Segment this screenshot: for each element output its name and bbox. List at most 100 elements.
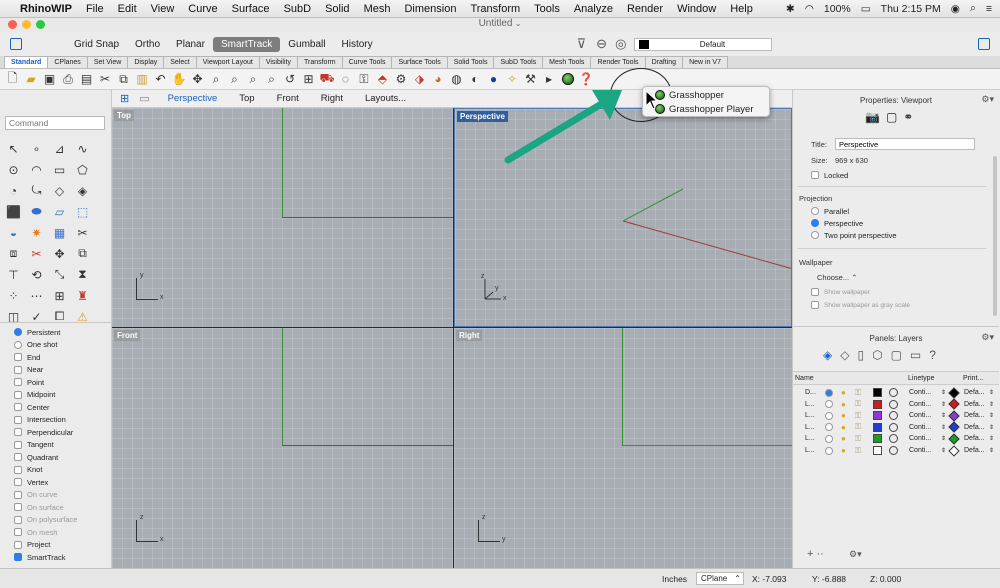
tab-right[interactable]: Right — [321, 93, 343, 104]
surface-corner-icon[interactable]: ◇ — [49, 180, 70, 201]
save-icon[interactable]: ▣ — [41, 71, 58, 88]
join-icon[interactable]: ⧈ — [3, 243, 24, 264]
projection-two-point[interactable]: Two point perspective — [797, 229, 897, 242]
planar-button[interactable]: Planar — [168, 37, 213, 52]
osnap-vertex[interactable]: Vertex — [0, 476, 111, 489]
layer-color-swatch[interactable] — [873, 434, 882, 444]
filter-icon[interactable]: ⊽ — [577, 36, 587, 52]
material-icon[interactable] — [889, 434, 898, 444]
layer-icon[interactable]: ⬘ — [374, 71, 391, 88]
layer-print[interactable]: Defa... — [964, 447, 985, 454]
hide-objects-icon[interactable]: ◌ — [337, 71, 354, 88]
osnap-tangent[interactable]: Tangent — [0, 439, 111, 452]
lightbulb-icon[interactable]: ● — [841, 411, 846, 420]
osnap-on-polysurface[interactable]: On polysurface — [0, 514, 111, 527]
tab-set-view[interactable]: Set View — [86, 56, 129, 68]
open-folder-icon[interactable]: ▰ — [23, 71, 40, 88]
tab-top[interactable]: Top — [239, 93, 254, 104]
ortho-button[interactable]: Ortho — [127, 37, 168, 52]
close-window-button[interactable] — [8, 20, 17, 29]
array-icon[interactable]: ⁘ — [3, 285, 24, 306]
lightbulb-icon[interactable]: ● — [841, 400, 846, 409]
tab-layouts[interactable]: Layouts... — [365, 93, 406, 104]
current-layer-radio-icon[interactable] — [825, 400, 833, 409]
polygon-icon[interactable]: ⬠ — [72, 159, 93, 180]
grid-array-icon[interactable]: ⊞ — [49, 285, 70, 306]
loft-icon[interactable]: ⬚ — [72, 201, 93, 222]
tab-mesh-tools[interactable]: Mesh Tools — [542, 56, 592, 68]
move-icon[interactable]: ✥ — [49, 243, 70, 264]
layer-color-swatch[interactable] — [873, 411, 882, 421]
dimension-icon[interactable]: ⊤ — [3, 264, 24, 285]
osnap-center[interactable]: Center — [0, 401, 111, 414]
lightbulb-icon[interactable]: ● — [841, 446, 846, 455]
col-linetype[interactable]: Linetype — [908, 375, 934, 382]
current-layer-radio-icon[interactable] — [825, 411, 833, 420]
tab-render-tools[interactable]: Render Tools — [590, 56, 646, 68]
col-print[interactable]: Print... — [963, 375, 983, 382]
pan-hand-icon[interactable]: ✋ — [171, 71, 188, 88]
point-icon[interactable]: ∘ — [26, 138, 47, 159]
explode-icon[interactable]: ✷ — [26, 222, 47, 243]
tab-new-in-v7[interactable]: New in V7 — [682, 56, 728, 68]
osnap-smarttrack[interactable]: SmartTrack — [0, 551, 111, 564]
camera-icon[interactable]: 📷 — [865, 110, 880, 124]
osnap-on-curve[interactable]: On curve — [0, 489, 111, 502]
layer-color-swatch[interactable] — [873, 422, 882, 432]
locked-checkbox[interactable]: Locked — [797, 169, 848, 182]
layer-row[interactable]: L... ● ⚿ Conti... ⇕ Defa... ⇕ — [793, 433, 999, 445]
menu-item-grasshopper-player[interactable]: Grasshopper Player — [643, 102, 769, 116]
osnap-midpoint[interactable]: Midpoint — [0, 389, 111, 402]
layer-options-icon[interactable]: ⚙▾ — [849, 549, 862, 560]
zoom-window-icon[interactable]: ⌕ — [226, 71, 243, 88]
mirror-icon[interactable]: ⧗ — [72, 264, 93, 285]
boolean-union-icon[interactable]: ◒ — [3, 222, 24, 243]
extrude-surface-icon[interactable]: ◈ — [72, 180, 93, 201]
offset-curve-icon[interactable]: ⤿ — [26, 180, 47, 201]
layer-row[interactable]: L... ● ⚿ Conti... ⇕ Defa... ⇕ — [793, 410, 999, 422]
menu-dimension[interactable]: Dimension — [404, 3, 456, 15]
document-icon[interactable]: ▯ — [857, 348, 864, 362]
grid-view-icon[interactable]: ⊞ — [120, 92, 129, 105]
bluetooth-icon[interactable]: ✱ — [786, 3, 795, 15]
menu-help[interactable]: Help — [730, 3, 753, 15]
lock-icon[interactable]: ⚿ — [855, 411, 861, 421]
undo-view-icon[interactable]: ↺ — [282, 71, 299, 88]
mesh-icon[interactable]: ▦ — [49, 222, 70, 243]
show-gray-checkbox[interactable]: Show wallpaper as gray scale — [797, 299, 910, 312]
choose-wallpaper-button[interactable]: Choose... ⌃ — [817, 273, 857, 282]
viewport-title-input[interactable] — [835, 138, 975, 150]
lightbulb-icon[interactable]: ● — [841, 388, 846, 397]
tab-transform[interactable]: Transform — [296, 56, 343, 68]
viewport-front[interactable]: Front z x — [112, 328, 453, 568]
wifi-icon[interactable]: ◠ — [805, 3, 814, 15]
print-icon[interactable]: ⎙ — [60, 71, 77, 88]
layer-print[interactable]: Defa... — [964, 435, 985, 442]
menu-window[interactable]: Window — [677, 3, 716, 15]
layers-icon[interactable]: ◈ — [823, 348, 832, 362]
align-icon[interactable]: ⋯ — [26, 285, 47, 306]
single-view-icon[interactable]: ▭ — [139, 92, 149, 105]
grid-snap-button[interactable]: Grid Snap — [66, 37, 127, 52]
layer-linetype[interactable]: Conti... — [909, 389, 931, 396]
render-sphere-icon[interactable]: ◍ — [448, 71, 465, 88]
link-icon[interactable]: ⚭ — [903, 110, 913, 124]
layer-name[interactable]: L... — [805, 401, 815, 408]
color-wheel-icon[interactable]: ◕ — [430, 71, 447, 88]
sidebar-toggle-icon[interactable] — [10, 38, 22, 50]
material-icon[interactable] — [889, 388, 898, 397]
layer-name[interactable]: L... — [805, 435, 815, 442]
projection-perspective[interactable]: Perspective — [797, 217, 863, 230]
units-label[interactable]: Inches — [662, 574, 687, 584]
battery-icon[interactable]: ▭ — [861, 3, 871, 15]
lightbulb-icon[interactable]: ● — [841, 434, 846, 443]
lock-icon[interactable]: ⚿ — [855, 399, 861, 409]
tab-cplanes[interactable]: CPlanes — [47, 56, 88, 68]
gear-icon[interactable]: ⚙▾ — [981, 94, 994, 105]
lightbulb-icon[interactable]: ● — [841, 423, 846, 432]
layer-name[interactable]: D... — [805, 389, 816, 396]
current-layer-radio-icon[interactable] — [825, 388, 833, 397]
menu-subd[interactable]: SubD — [284, 3, 312, 15]
layer-color-swatch[interactable] — [873, 446, 882, 455]
trim-icon[interactable]: ✂ — [72, 222, 93, 243]
